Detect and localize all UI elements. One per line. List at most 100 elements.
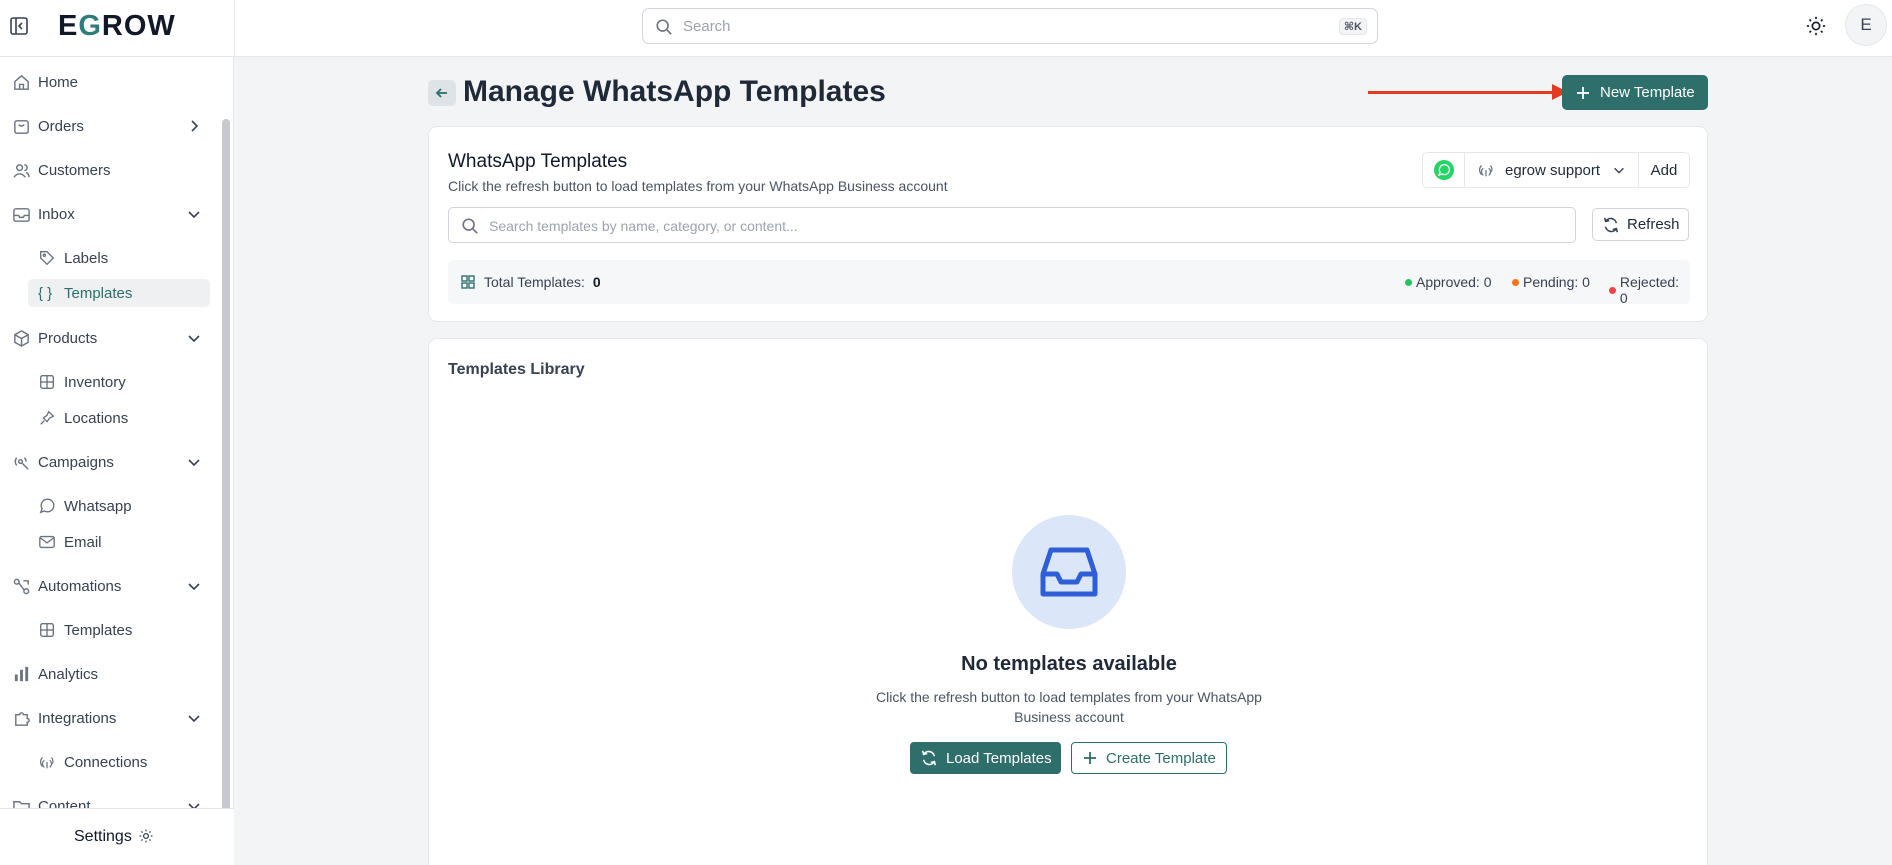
search-icon bbox=[656, 19, 672, 35]
sidebar-item-label: Templates bbox=[64, 284, 133, 302]
plus-icon bbox=[1577, 86, 1589, 99]
approved-dot bbox=[1405, 278, 1412, 286]
settings-button[interactable]: Settings bbox=[0, 808, 234, 865]
account-name: egrow support bbox=[1505, 161, 1601, 179]
approved-count: Approved: 0 bbox=[1405, 274, 1492, 290]
settings-label: Settings bbox=[74, 828, 132, 845]
sidebar-item-analytics[interactable]: Analytics bbox=[12, 659, 208, 689]
refresh-button[interactable]: Refresh bbox=[1592, 208, 1689, 241]
global-search-input[interactable]: Search ⌘K bbox=[642, 8, 1378, 44]
inbox-icon bbox=[13, 207, 30, 222]
warehouse-icon bbox=[40, 375, 54, 389]
chevron-down-icon bbox=[1614, 167, 1624, 174]
arrow-left-icon bbox=[435, 88, 447, 98]
pending-dot bbox=[1512, 278, 1519, 286]
load-templates-button[interactable]: Load Templates bbox=[910, 742, 1061, 774]
puzzle-icon bbox=[15, 711, 30, 726]
account-dropdown[interactable]: egrow support bbox=[1465, 153, 1639, 187]
sun-icon[interactable] bbox=[1805, 15, 1827, 37]
users-icon bbox=[13, 163, 30, 178]
pending-count: Pending: 0 bbox=[1512, 274, 1590, 290]
create-template-button[interactable]: Create Template bbox=[1071, 742, 1227, 774]
sidebar-item-orders[interactable]: Orders bbox=[12, 111, 208, 141]
top-bar: EGROW Search ⌘K E bbox=[0, 0, 1892, 57]
sidebar-item-label: Templates bbox=[64, 621, 133, 639]
pin-icon bbox=[40, 410, 55, 425]
templates-library-card: Templates Library No templates available… bbox=[428, 338, 1708, 865]
sidebar: Home Orders Customers Inbox Labels { } T… bbox=[0, 57, 234, 865]
new-template-button[interactable]: New Template bbox=[1562, 75, 1708, 110]
sidebar-item-home[interactable]: Home bbox=[12, 67, 208, 97]
chevron-down-icon bbox=[188, 211, 200, 219]
sidebar-collapse-icon[interactable] bbox=[9, 16, 29, 36]
search-icon bbox=[462, 218, 478, 234]
avatar[interactable]: E bbox=[1845, 4, 1887, 46]
empty-state-illustration bbox=[1012, 515, 1126, 629]
library-title: Templates Library bbox=[448, 361, 585, 378]
grid-icon bbox=[40, 623, 54, 637]
approved-label: Approved: 0 bbox=[1416, 274, 1492, 290]
back-button[interactable] bbox=[428, 80, 456, 106]
bar-chart-icon bbox=[14, 666, 29, 681]
message-circle-icon bbox=[39, 498, 55, 514]
sidebar-item-label: Inventory bbox=[64, 373, 126, 391]
card-title: WhatsApp Templates bbox=[448, 151, 628, 172]
pending-label: Pending: 0 bbox=[1523, 274, 1590, 290]
sidebar-item-label: Connections bbox=[64, 753, 148, 771]
empty-state-subtitle: Click the refresh button to load templat… bbox=[876, 689, 1262, 725]
template-search-input[interactable]: Search templates by name, category, or c… bbox=[448, 207, 1576, 243]
refresh-icon bbox=[1603, 217, 1619, 232]
gear-icon bbox=[139, 829, 153, 843]
sidebar-item-inventory[interactable]: Inventory bbox=[28, 368, 210, 396]
sidebar-item-label: Orders bbox=[38, 117, 84, 135]
tag-icon bbox=[40, 251, 55, 266]
template-stats-bar: Total Templates: 0 Approved: 0 Pending: … bbox=[448, 260, 1690, 306]
annotation-arrow bbox=[1368, 91, 1558, 94]
whatsapp-icon bbox=[1433, 160, 1454, 180]
braces-icon: { } bbox=[38, 284, 53, 302]
sidebar-scrollbar[interactable] bbox=[222, 119, 230, 816]
inbox-icon bbox=[1040, 547, 1098, 597]
box-icon bbox=[14, 329, 29, 347]
account-selector-group: egrow support Add bbox=[1422, 152, 1690, 188]
sidebar-item-templates-automations[interactable]: Templates bbox=[28, 616, 210, 644]
rejected-count: Rejected: 0 bbox=[1609, 274, 1690, 306]
card-subtitle: Click the refresh button to load templat… bbox=[448, 178, 948, 194]
sidebar-item-templates-inbox[interactable]: { } Templates bbox=[28, 279, 210, 307]
whatsapp-templates-card: WhatsApp Templates Click the refresh but… bbox=[428, 126, 1708, 322]
chevron-down-icon bbox=[188, 459, 200, 467]
fingerprint-icon bbox=[1479, 165, 1493, 177]
sidebar-item-automations[interactable]: Automations bbox=[12, 571, 208, 601]
sidebar-item-label: Analytics bbox=[38, 665, 99, 683]
sidebar-item-label: Locations bbox=[64, 409, 129, 427]
add-account-button[interactable]: Add bbox=[1639, 153, 1689, 187]
sidebar-item-whatsapp[interactable]: Whatsapp bbox=[28, 492, 210, 520]
sidebar-item-products[interactable]: Products bbox=[12, 323, 208, 353]
whatsapp-status bbox=[1423, 153, 1465, 187]
sidebar-item-customers[interactable]: Customers bbox=[12, 155, 208, 185]
template-search-placeholder: Search templates by name, category, or c… bbox=[489, 218, 798, 234]
sidebar-item-label: Home bbox=[38, 73, 79, 91]
sidebar-item-email[interactable]: Email bbox=[28, 528, 210, 556]
refresh-label: Refresh bbox=[1627, 216, 1680, 233]
sidebar-item-label: Products bbox=[38, 329, 98, 347]
sidebar-item-labels[interactable]: Labels bbox=[28, 244, 210, 272]
page-title: Manage WhatsApp Templates bbox=[463, 75, 886, 108]
create-template-label: Create Template bbox=[1106, 749, 1216, 767]
total-value: 0 bbox=[592, 274, 601, 290]
chevron-down-icon bbox=[188, 335, 200, 343]
app-logo[interactable]: EGROW bbox=[58, 10, 176, 43]
sidebar-item-integrations[interactable]: Integrations bbox=[12, 703, 208, 733]
sidebar-item-locations[interactable]: Locations bbox=[28, 404, 210, 432]
total-label: Total Templates: bbox=[484, 274, 585, 290]
load-templates-label: Load Templates bbox=[946, 749, 1052, 767]
sidebar-item-label: Whatsapp bbox=[64, 497, 132, 515]
total-templates: Total Templates: 0 bbox=[461, 274, 601, 290]
chevron-down-icon bbox=[188, 583, 200, 591]
grid-icon bbox=[461, 275, 475, 289]
sidebar-item-connections[interactable]: Connections bbox=[28, 748, 210, 776]
chevron-right-icon bbox=[191, 120, 199, 132]
fingerprint-icon bbox=[40, 757, 54, 769]
sidebar-item-campaigns[interactable]: Campaigns bbox=[12, 447, 208, 477]
sidebar-item-inbox[interactable]: Inbox bbox=[12, 199, 208, 229]
